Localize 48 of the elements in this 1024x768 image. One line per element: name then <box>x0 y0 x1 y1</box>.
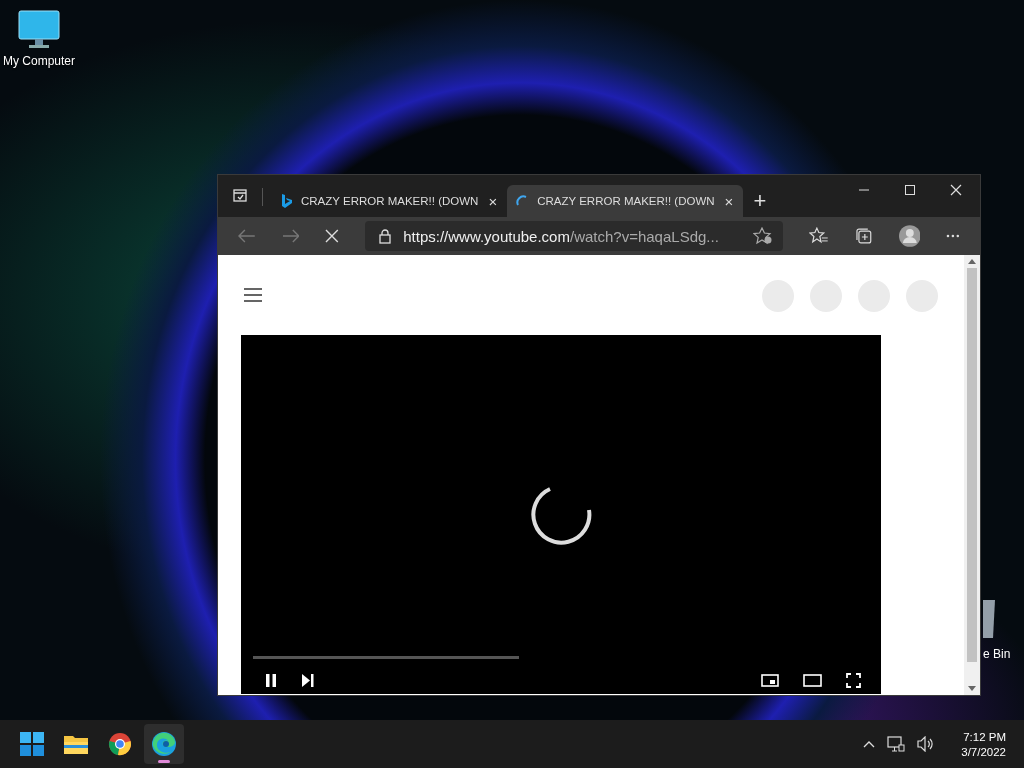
tab-actions-icon[interactable] <box>232 187 248 203</box>
pause-icon[interactable] <box>265 674 277 687</box>
forward-icon[interactable] <box>281 229 300 243</box>
scrollbar[interactable] <box>964 255 980 695</box>
theater-mode-icon[interactable] <box>803 674 822 687</box>
tab-title: CRAZY ERROR MAKER!! (DOWN <box>537 195 715 207</box>
lock-icon <box>379 228 392 244</box>
address-bar[interactable]: https://www.youtube.com/watch?v=haqaLSdg... <box>365 221 784 251</box>
desktop-icon-label[interactable]: My Computer <box>3 54 75 68</box>
date-text: 3/7/2022 <box>961 745 1006 758</box>
chevron-up-icon[interactable] <box>863 740 876 748</box>
desktop-icon-label[interactable]: e Bin <box>983 647 1011 661</box>
next-icon[interactable] <box>301 674 314 687</box>
b-logo-icon <box>281 193 293 209</box>
scroll-up-icon[interactable] <box>968 259 976 264</box>
more-icon[interactable] <box>946 234 960 238</box>
progress-track[interactable] <box>253 656 519 659</box>
url-text: https://www.youtube.com/watch?v=haqaLSdg... <box>403 227 720 245</box>
close-icon[interactable] <box>950 184 962 196</box>
profile-avatar-icon[interactable] <box>898 225 921 247</box>
scroll-down-icon[interactable] <box>968 686 976 691</box>
new-tab-button[interactable]: + <box>743 185 777 217</box>
monitor-icon[interactable] <box>17 10 61 50</box>
recycle-bin-icon[interactable] <box>983 598 996 640</box>
time-text: 7:12 PM <box>963 730 1006 743</box>
collections-icon[interactable] <box>854 227 873 245</box>
browser-tab[interactable]: CRAZY ERROR MAKER!! (DOWN × <box>507 185 744 217</box>
back-icon[interactable] <box>238 229 256 243</box>
volume-icon[interactable] <box>917 736 936 752</box>
loading-spinner-icon <box>528 485 594 547</box>
tab-title: CRAZY ERROR MAKER!! (DOWN <box>301 195 479 207</box>
maximize-icon[interactable] <box>904 184 916 196</box>
clock[interactable]: 7:12 PM 3/7/2022 <box>961 730 1006 758</box>
stop-loading-icon[interactable] <box>325 229 340 243</box>
taskbar-app-button[interactable] <box>144 724 184 764</box>
fullscreen-icon[interactable] <box>846 673 861 688</box>
favorites-icon[interactable] <box>809 227 829 245</box>
miniplayer-icon[interactable] <box>761 674 779 687</box>
folder-icon <box>63 733 89 755</box>
menu-icon[interactable] <box>244 288 262 302</box>
edge-logo-icon <box>151 731 177 757</box>
add-favorite-icon[interactable] <box>753 227 774 245</box>
browser-tab[interactable]: CRAZY ERROR MAKER!! (DOWN × <box>273 185 508 217</box>
chrome-logo-icon <box>108 732 132 756</box>
network-icon[interactable] <box>887 736 906 752</box>
windows-logo-icon <box>20 732 44 756</box>
close-tab-button[interactable]: × <box>722 192 736 210</box>
close-tab-button[interactable]: × <box>486 192 500 210</box>
